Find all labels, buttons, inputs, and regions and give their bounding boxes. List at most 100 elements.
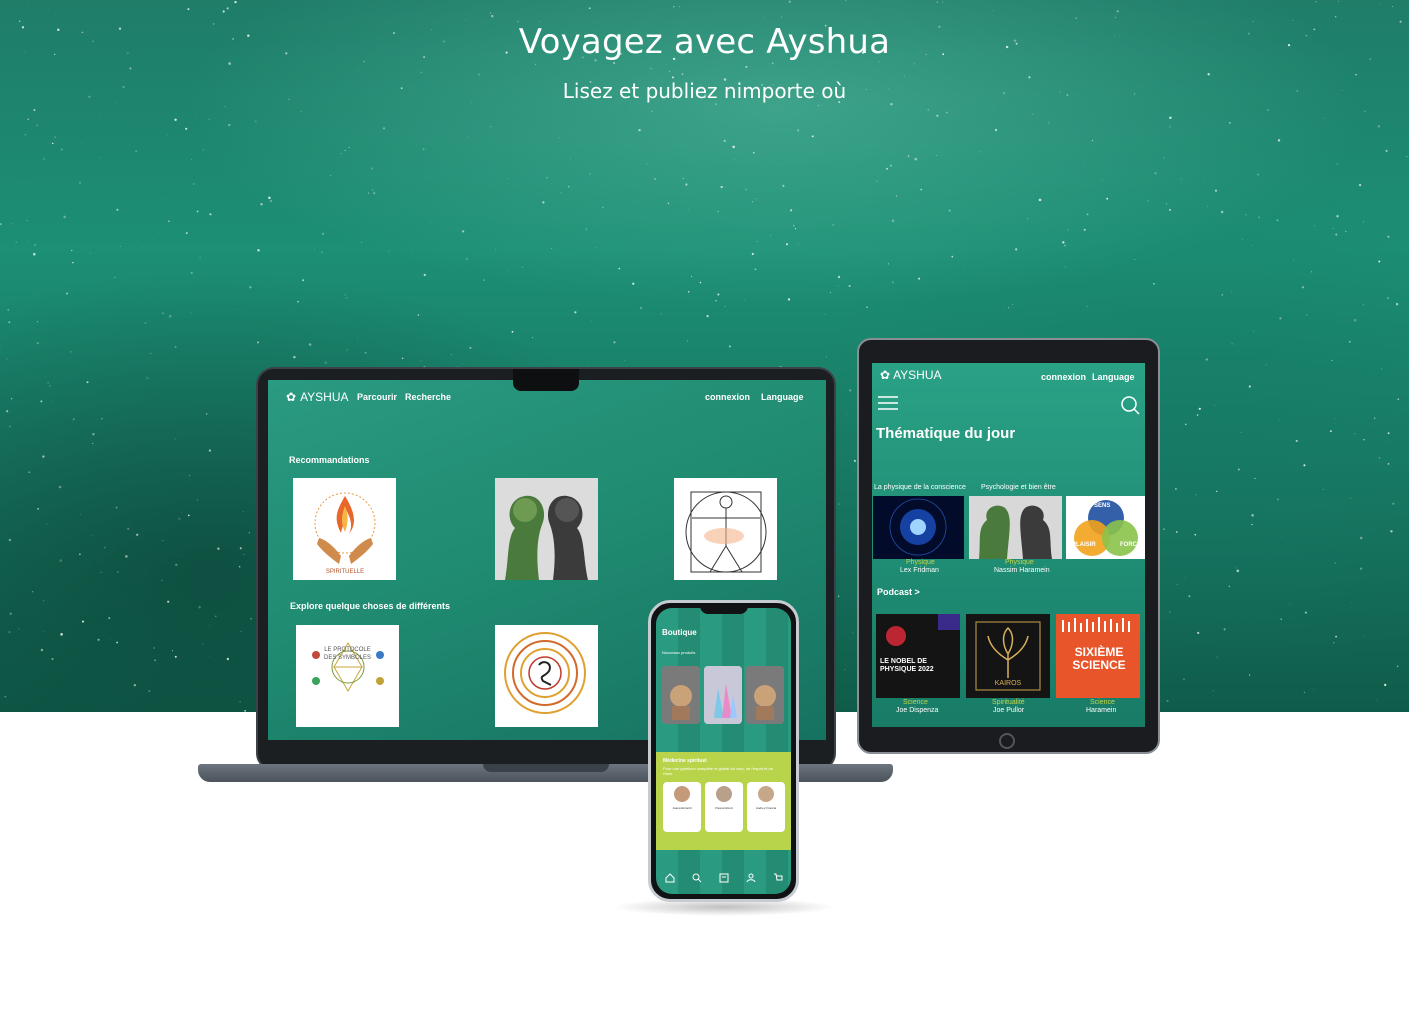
book-cover-tree-heads[interactable]	[495, 478, 598, 580]
person-card-2[interactable]: Pascal Alcott	[705, 782, 743, 832]
book-cover-spiral[interactable]	[495, 625, 598, 727]
star	[1377, 125, 1380, 128]
tablet-logo[interactable]: ✿ AYSHUA	[880, 368, 942, 382]
star	[18, 628, 20, 630]
star	[101, 418, 103, 420]
star	[790, 209, 793, 212]
star	[79, 182, 81, 184]
book-cover-vitruvian[interactable]	[674, 478, 777, 580]
person-card-3[interactable]: Audrey Francia	[747, 782, 785, 832]
star	[38, 293, 40, 295]
star	[1116, 10, 1119, 13]
tab-physique-conscience[interactable]: La physique de la conscience	[874, 484, 966, 491]
star	[685, 183, 688, 186]
star	[846, 414, 848, 416]
star	[357, 337, 358, 338]
star	[450, 353, 452, 355]
star	[33, 109, 36, 111]
podcast-cover-kairos[interactable]: KAIROS	[966, 614, 1050, 698]
star	[1387, 463, 1390, 465]
nav-connexion[interactable]: connexion	[705, 392, 750, 402]
star	[11, 398, 13, 400]
cart-icon[interactable]	[773, 870, 783, 888]
star	[238, 565, 241, 568]
star	[927, 108, 930, 111]
star	[687, 291, 690, 293]
person-name: Audrey Francia	[755, 806, 777, 810]
star	[28, 471, 31, 474]
product-card-2[interactable]	[704, 666, 742, 724]
book-cover-symboles[interactable]: LE PROTOCOLE DES SYMBOLES	[296, 625, 399, 727]
star	[1289, 603, 1291, 605]
star	[228, 123, 231, 127]
cover-venn[interactable]: SENS PLAISIR FORCE	[1066, 496, 1145, 559]
star	[175, 563, 178, 566]
star	[1332, 227, 1334, 230]
venn-label-sens: SENS	[1094, 503, 1111, 509]
star	[1338, 538, 1340, 539]
star	[1228, 585, 1230, 587]
star	[1231, 342, 1233, 345]
star	[27, 118, 29, 120]
star	[1240, 432, 1242, 434]
star	[337, 322, 339, 323]
product-card-1[interactable]	[662, 666, 700, 724]
hamburger-icon[interactable]	[878, 395, 898, 416]
search-icon[interactable]	[692, 870, 702, 888]
star	[1376, 699, 1378, 701]
star	[346, 297, 348, 299]
podcast-cover-sixieme[interactable]: SIXIÈME SCIENCE	[1056, 614, 1140, 698]
star	[457, 335, 459, 337]
star	[752, 151, 755, 154]
nav-parcourir[interactable]: Parcourir	[357, 392, 397, 402]
star	[844, 669, 846, 671]
star	[1372, 126, 1374, 127]
star	[1335, 233, 1338, 236]
star	[33, 252, 36, 256]
star	[1168, 610, 1171, 613]
star	[511, 330, 514, 333]
star	[27, 5, 29, 6]
star	[1175, 488, 1177, 490]
book-cover-spirituelle[interactable]: SPIRITUELLE	[293, 478, 396, 580]
star	[100, 571, 102, 573]
tablet-nav-connexion[interactable]: connexion	[1041, 372, 1086, 382]
star	[196, 499, 198, 501]
star	[8, 631, 11, 634]
tablet-nav-language[interactable]: Language	[1092, 372, 1135, 382]
search-icon[interactable]	[1120, 395, 1140, 420]
star	[787, 298, 791, 301]
podcast-cover-nobel[interactable]: LE NOBEL DE PHYSIQUE 2022	[876, 614, 960, 698]
laptop-logo[interactable]: ✿ AYSHUA	[286, 390, 349, 404]
star	[1277, 139, 1281, 142]
star	[1257, 216, 1261, 219]
star	[755, 198, 757, 200]
star	[1313, 225, 1316, 227]
cover-tree-heads[interactable]	[969, 496, 1062, 559]
cover-cosmic-head[interactable]	[873, 496, 964, 559]
podcast-link[interactable]: Podcast >	[877, 587, 920, 597]
laptop-logo-text: AYSHUA	[300, 390, 349, 404]
home-icon[interactable]	[665, 870, 675, 888]
star	[1353, 318, 1357, 322]
star	[24, 133, 27, 136]
star	[205, 413, 208, 415]
star	[890, 164, 893, 167]
user-icon[interactable]	[746, 870, 756, 888]
product-card-3[interactable]	[746, 666, 784, 724]
tablet-home-button[interactable]	[999, 733, 1015, 749]
row1-category-1: Physique	[906, 559, 935, 566]
star	[185, 232, 188, 235]
star	[845, 0, 847, 2]
star	[1335, 16, 1337, 18]
nav-language[interactable]: Language	[761, 392, 804, 402]
tablet-screen: ✿ AYSHUA connexion Language Thématique d…	[872, 363, 1145, 727]
star	[127, 527, 130, 530]
person-card-1[interactable]: Juana Ercantil	[663, 782, 701, 832]
star	[1242, 238, 1244, 240]
star	[250, 617, 252, 620]
tab-psychologie[interactable]: Psychologie et bien être	[981, 484, 1056, 491]
nav-recherche[interactable]: Recherche	[405, 392, 451, 402]
book-icon[interactable]	[719, 870, 729, 888]
star	[72, 261, 74, 264]
